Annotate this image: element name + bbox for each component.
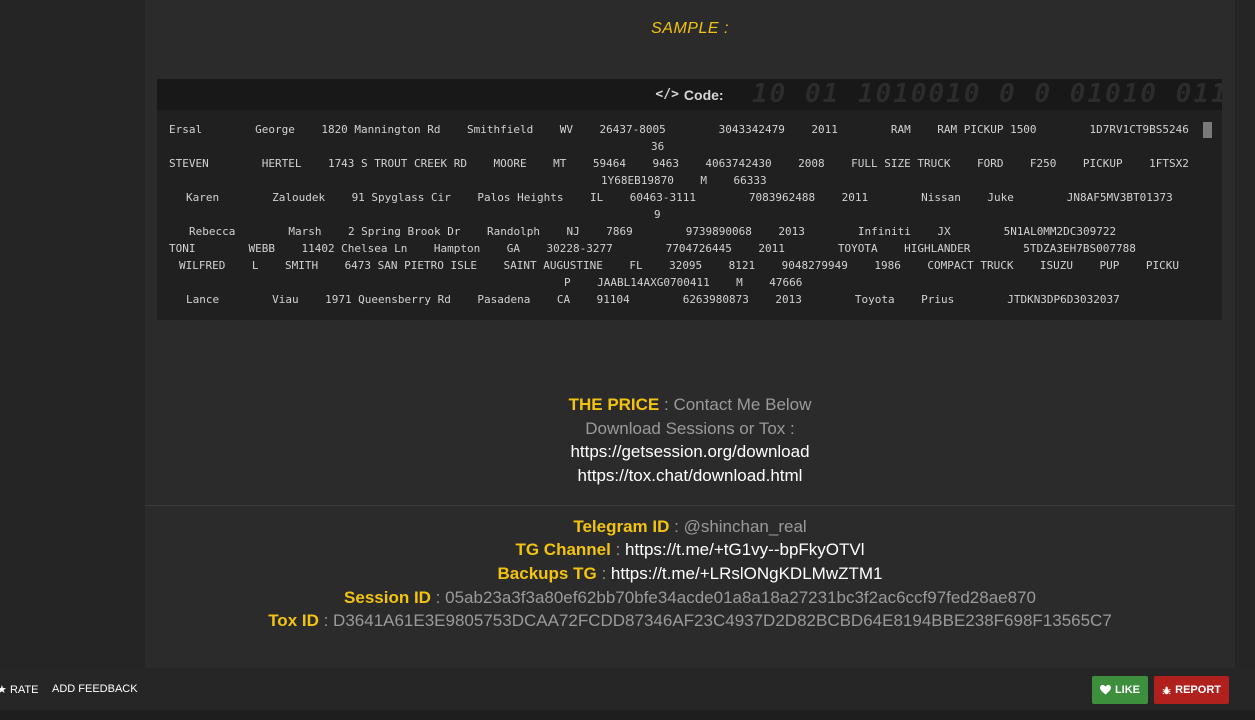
code-line: Rebecca Marsh 2 Spring Brook Dr Randolph… bbox=[189, 225, 1117, 238]
price-line: THE PRICE : Contact Me Below bbox=[145, 395, 1235, 415]
separator: : bbox=[596, 564, 611, 583]
code-line: Karen Zaloudek 91 Spyglass Cir Palos Hei… bbox=[186, 191, 1173, 204]
text-cursor bbox=[1203, 122, 1212, 138]
code-line: WILFRED L SMITH 6473 SAN PIETRO ISLE SAI… bbox=[179, 259, 1180, 272]
tox-download-link[interactable]: https://tox.chat/download.html bbox=[145, 466, 1235, 486]
tg-channel-label: TG Channel bbox=[515, 540, 611, 559]
star-icon: ★ bbox=[0, 684, 7, 696]
code-line: TONI WEBB 11402 Chelsea Ln Hampton GA 30… bbox=[169, 242, 1136, 255]
sample-heading: SAMPLE : bbox=[651, 20, 729, 37]
post-content: SAMPLE : 10 01 1010010 0 0 01010 0111010… bbox=[145, 0, 1235, 668]
backups-tg-link[interactable]: https://t.me/+LRslONgKDLMwZTM1 bbox=[611, 564, 883, 583]
price-value: Contact Me Below bbox=[673, 395, 812, 414]
code-line: Lance Viau 1971 Queensberry Rd Pasadena … bbox=[186, 293, 1120, 306]
code-line: 36 bbox=[651, 140, 665, 153]
telegram-value: @shinchan_real bbox=[683, 517, 807, 536]
session-download-link[interactable]: https://getsession.org/download bbox=[145, 442, 1235, 462]
download-text: Download Sessions or Tox : bbox=[585, 419, 795, 438]
price-label: THE PRICE bbox=[568, 395, 660, 414]
like-button[interactable]: LIKE bbox=[1092, 676, 1148, 704]
backups-tg-line: Backups TG : https://t.me/+LRslONgKDLMwZ… bbox=[145, 564, 1235, 584]
post-footer: ★ RATE ADD FEEDBACK LIKE REPORT bbox=[0, 668, 1255, 710]
telegram-line: Telegram ID : @shinchan_real bbox=[145, 517, 1235, 537]
heart-icon bbox=[1100, 685, 1111, 695]
like-label: LIKE bbox=[1114, 684, 1140, 696]
code-block-header: 10 01 1010010 0 0 01010 01110101 1 1 1 0… bbox=[157, 79, 1222, 110]
session-id-line: Session ID : 05ab23a3f3a80ef62bb70bfe34a… bbox=[145, 588, 1235, 608]
price-separator: : bbox=[659, 395, 674, 414]
right-gutter bbox=[1235, 0, 1255, 668]
code-line: Ersal George 1820 Mannington Rd Smithfie… bbox=[169, 123, 1189, 136]
rate-label: RATE bbox=[9, 684, 39, 696]
code-line: STEVEN HERTEL 1743 S TROUT CREEK RD MOOR… bbox=[169, 157, 1189, 170]
telegram-label: Telegram ID bbox=[573, 517, 670, 536]
tg-channel-line: TG Channel : https://t.me/+tG1vy--bpFkyO… bbox=[145, 540, 1235, 560]
report-label: REPORT bbox=[1175, 684, 1221, 696]
tox-id-label: Tox ID bbox=[268, 611, 319, 630]
backups-tg-label: Backups TG bbox=[497, 564, 597, 583]
left-sidebar bbox=[0, 0, 145, 668]
code-block-title: Code: bbox=[683, 86, 724, 103]
divider bbox=[145, 505, 1235, 506]
session-id-value: 05ab23a3f3a80ef62bb70bfe34acde01a8a18a27… bbox=[445, 588, 1036, 607]
rate-button[interactable]: ★ RATE bbox=[0, 683, 38, 696]
bottom-strip bbox=[0, 710, 1255, 720]
separator: : bbox=[430, 588, 446, 607]
binary-decoration: 10 01 1010010 0 0 01010 01110101 1 1 1 0… bbox=[752, 79, 1222, 109]
tox-id-value: D3641A61E3E9805753DCAA72FCDD87346AF23C49… bbox=[333, 611, 1112, 630]
session-id-label: Session ID bbox=[344, 588, 431, 607]
code-block: 10 01 1010010 0 0 01010 01110101 1 1 1 0… bbox=[157, 79, 1222, 320]
separator: : bbox=[318, 611, 334, 630]
tg-channel-link[interactable]: https://t.me/+tG1vy--bpFkyOTVl bbox=[625, 540, 864, 559]
separator: : bbox=[669, 517, 684, 536]
separator: : bbox=[610, 540, 626, 559]
code-line: P JAABL14AXG0700411 M 47666 bbox=[564, 276, 803, 289]
add-feedback-button[interactable]: ADD FEEDBACK bbox=[52, 683, 138, 695]
bug-icon bbox=[1162, 686, 1171, 694]
code-line: 9 bbox=[654, 208, 661, 221]
tox-id-line: Tox ID : D3641A61E3E9805753DCAA72FCDD873… bbox=[145, 611, 1235, 631]
code-line: 1Y68EB19870 M 66333 bbox=[601, 174, 767, 187]
code-icon: </> bbox=[655, 87, 679, 102]
report-button[interactable]: REPORT bbox=[1154, 676, 1229, 704]
